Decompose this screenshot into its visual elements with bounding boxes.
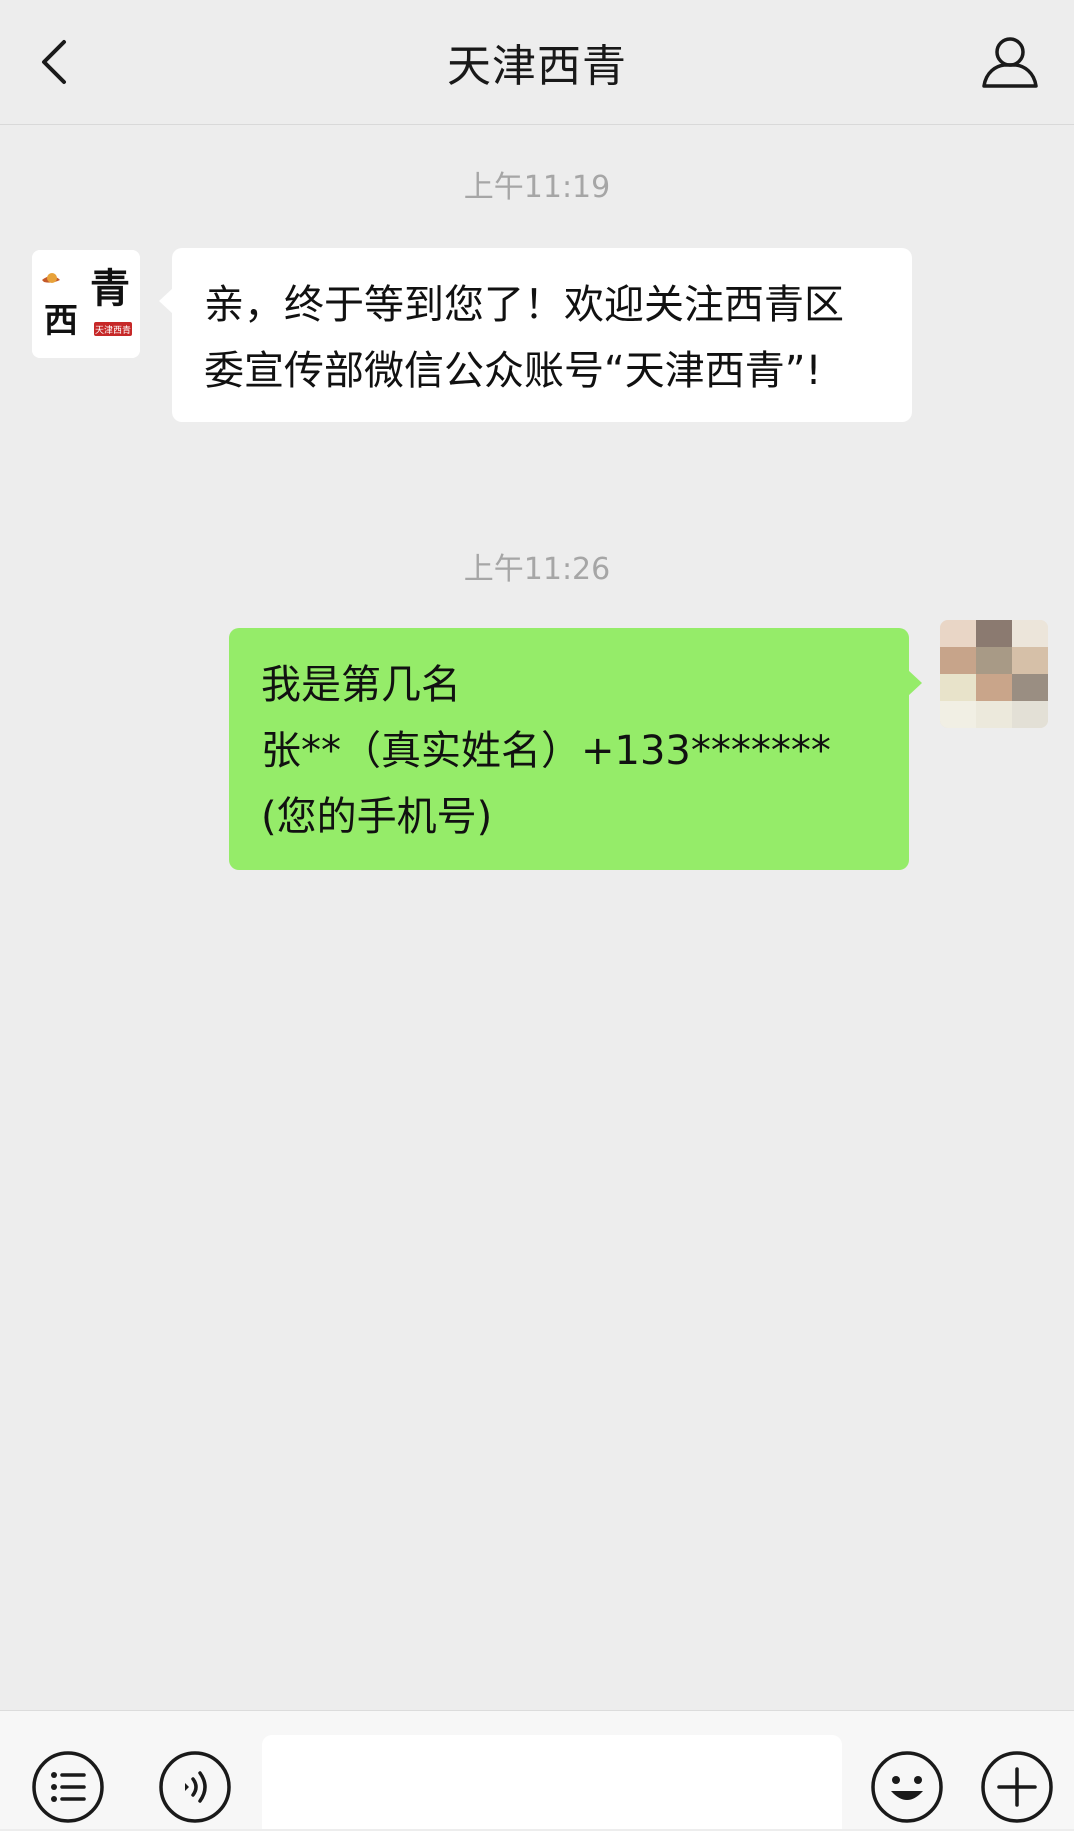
- message-input[interactable]: [262, 1735, 842, 1829]
- emoji-button[interactable]: [867, 1747, 947, 1827]
- official-account-avatar[interactable]: 青 西 天津西青: [32, 250, 140, 358]
- more-actions-button[interactable]: [977, 1747, 1057, 1827]
- svg-text:青: 青: [90, 265, 130, 312]
- message-timestamp: 上午11:19: [463, 170, 611, 205]
- received-message-bubble[interactable]: 亲，终于等到您了！欢迎关注西青区委宣传部微信公众账号“天津西青”!: [159, 248, 912, 422]
- user-avatar[interactable]: [940, 620, 1048, 728]
- profile-button[interactable]: [974, 28, 1046, 96]
- svg-text:天津西青: 天津西青: [95, 324, 131, 336]
- plus-icon: [981, 1751, 1053, 1823]
- voice-input-button[interactable]: [155, 1747, 235, 1827]
- smiley-icon: [871, 1751, 943, 1823]
- input-bar: [0, 1710, 1074, 1829]
- person-icon: [982, 37, 1038, 88]
- top-navigation-bar: 天津西青: [0, 0, 1074, 125]
- message-timestamp: 上午11:26: [463, 552, 611, 587]
- list-menu-icon: [32, 1751, 104, 1823]
- sent-message-bubble[interactable]: 我是第几名 张**（真实姓名）+133******* (您的手机号): [229, 628, 922, 870]
- menu-toggle-button[interactable]: [28, 1747, 108, 1827]
- xiqing-logo-icon: 青 西 天津西青: [32, 250, 140, 358]
- page-title: 天津西青: [447, 41, 627, 92]
- voice-icon: [159, 1751, 231, 1823]
- svg-text:西: 西: [44, 301, 78, 341]
- pixelated-avatar-icon: [940, 620, 1048, 728]
